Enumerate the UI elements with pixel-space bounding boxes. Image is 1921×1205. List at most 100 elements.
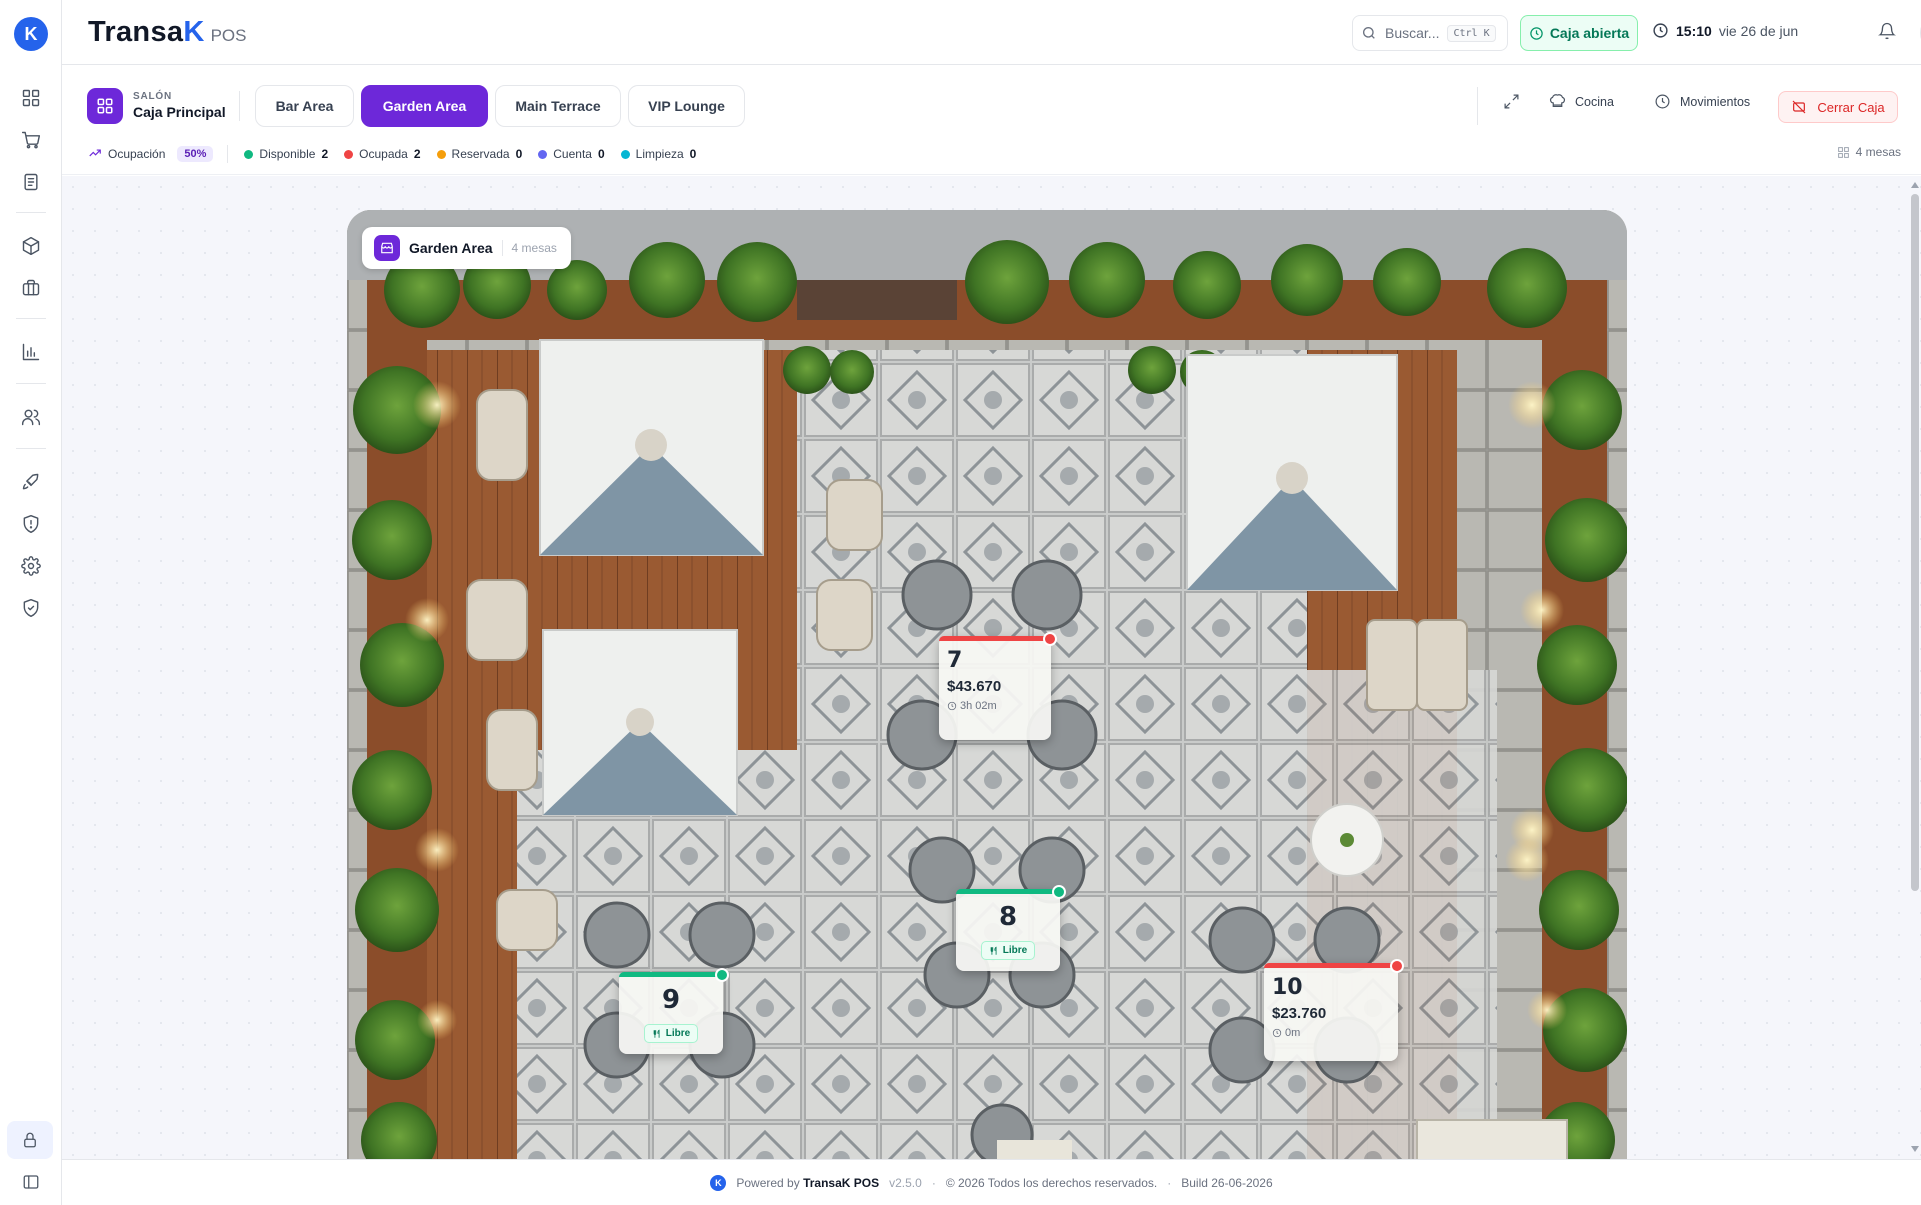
table-card-10[interactable]: 10 $23.760 0m xyxy=(1264,959,1404,1061)
security-icon[interactable] xyxy=(15,592,47,624)
search-shortcut: Ctrl K xyxy=(1447,24,1496,42)
table-card-9[interactable]: 9 Libre xyxy=(619,968,729,1054)
customers-icon[interactable] xyxy=(15,401,47,433)
legend-count: 2 xyxy=(321,147,329,161)
products-icon[interactable] xyxy=(15,230,47,262)
sidebar-divider xyxy=(16,212,46,213)
tab-label: VIP Lounge xyxy=(648,98,725,114)
brand[interactable]: TransaK POS xyxy=(88,16,246,49)
legend-dot xyxy=(244,149,254,159)
occupancy-value: 50% xyxy=(177,146,214,162)
salon-name[interactable]: Caja Principal xyxy=(133,104,226,120)
scroll-down-arrow[interactable] xyxy=(1911,1146,1919,1152)
brand-k: K xyxy=(183,16,205,48)
top-header: TransaK POS Buscar... Ctrl K Caja abiert… xyxy=(62,0,1921,65)
shield-icon[interactable] xyxy=(15,508,47,540)
table-number: 9 xyxy=(661,985,681,1015)
table-card-7[interactable]: 7 $43.670 3h 02m xyxy=(939,632,1057,740)
tab-bar-area[interactable]: Bar Area xyxy=(255,85,354,127)
legend-count: 0 xyxy=(689,147,697,161)
occupancy-label: Ocupación xyxy=(108,147,166,161)
grid-icon xyxy=(1837,146,1849,158)
copyright: © 2026 Todos los derechos reservados. xyxy=(945,1175,1158,1190)
legend-limpieza: Limpieza 0 xyxy=(620,147,697,161)
rocket-icon[interactable] xyxy=(15,466,47,498)
status-bar xyxy=(619,972,723,977)
clock: 15:10 vie 26 de jun xyxy=(1652,22,1798,39)
status-dot xyxy=(1043,632,1057,646)
tab-main-terrace[interactable]: Main Terrace xyxy=(495,85,621,127)
sidebar-divider xyxy=(16,448,46,449)
footer-powered: Powered by TransaK POS xyxy=(736,1176,879,1190)
footer-logo: K xyxy=(710,1174,727,1191)
salon-label: SALÓN xyxy=(133,91,172,102)
movements-button[interactable]: Movimientos xyxy=(1654,93,1750,110)
area-name: Garden Area xyxy=(409,240,493,256)
current-date: vie 26 de jun xyxy=(1718,22,1799,39)
reports-icon[interactable] xyxy=(15,336,47,368)
table-amount: $43.670 xyxy=(947,678,1002,695)
legend-label: Ocupada xyxy=(359,147,408,161)
close-register-button[interactable]: Cerrar Caja xyxy=(1778,91,1898,123)
vertical-scrollbar[interactable] xyxy=(1911,182,1919,1152)
clock-icon xyxy=(947,701,957,711)
free-label: Libre xyxy=(1002,945,1028,956)
table-card-8[interactable]: 8 Libre xyxy=(956,885,1066,971)
notifications-button[interactable] xyxy=(1878,22,1898,42)
tab-label: Bar Area xyxy=(275,98,334,114)
table-time: 3h 02m xyxy=(947,700,997,712)
legend-ocupada: Ocupada 2 xyxy=(344,147,421,161)
lock-button[interactable] xyxy=(7,1121,53,1159)
legend-label: Cuenta xyxy=(553,147,592,161)
trend-up-icon xyxy=(88,146,102,163)
current-time: 15:10 xyxy=(1676,22,1712,39)
panel-toggle[interactable] xyxy=(15,1166,47,1198)
divider xyxy=(239,91,240,121)
powered-by-label: Powered by xyxy=(736,1175,800,1190)
scroll-thumb[interactable] xyxy=(1911,194,1919,891)
divider xyxy=(1477,87,1478,125)
sidebar-divider xyxy=(16,383,46,384)
legend-label: Limpieza xyxy=(635,147,684,161)
sidebar: K xyxy=(0,0,62,1205)
separator: · xyxy=(931,1175,936,1190)
free-pill: Libre xyxy=(643,1024,699,1043)
settings-icon[interactable] xyxy=(15,550,47,582)
app-logo[interactable]: K xyxy=(14,17,48,51)
utensils-icon xyxy=(990,946,997,955)
legend-reservada: Reservada 0 xyxy=(436,147,523,161)
cart-icon[interactable] xyxy=(15,124,47,156)
legend-dot xyxy=(538,149,548,159)
inventory-icon[interactable] xyxy=(15,272,47,304)
status-bar xyxy=(956,889,1060,894)
status-dot xyxy=(715,968,729,982)
clock-icon xyxy=(1653,23,1668,38)
floor-canvas[interactable]: Garden Area 4 mesas 7 $43.670 3h 02m 8 L… xyxy=(62,176,1921,1159)
register-status-badge[interactable]: Caja abierta xyxy=(1520,15,1638,51)
legend-label: Reservada xyxy=(451,147,510,161)
scroll-up-arrow[interactable] xyxy=(1911,182,1919,188)
logo-glyph: K xyxy=(715,1177,722,1188)
search-input[interactable]: Buscar... Ctrl K xyxy=(1352,15,1508,51)
tab-label: Garden Area xyxy=(382,98,467,114)
dashboard-icon[interactable] xyxy=(15,82,47,114)
footer: K Powered by TransaK POS v2.5.0 · © 2026… xyxy=(62,1159,1921,1205)
legend-count: 0 xyxy=(515,147,523,161)
free-pill: Libre xyxy=(980,941,1036,960)
orders-icon[interactable] xyxy=(15,166,47,198)
utensils-icon xyxy=(653,1029,660,1038)
lock-icon xyxy=(24,1132,36,1148)
legend-label: Disponible xyxy=(259,147,316,161)
kitchen-label: Cocina xyxy=(1575,94,1614,109)
tab-vip-lounge[interactable]: VIP Lounge xyxy=(628,85,745,127)
movements-label: Movimientos xyxy=(1680,94,1751,109)
floor-toolbar: SALÓN Caja Principal Bar Area Garden Are… xyxy=(62,65,1921,175)
tab-garden-area[interactable]: Garden Area xyxy=(361,85,488,127)
kitchen-button[interactable]: Cocina xyxy=(1549,93,1614,110)
legend-dot xyxy=(344,149,354,159)
legend-disponible: Disponible 2 xyxy=(244,147,328,161)
table-amount: $23.760 xyxy=(1272,1005,1327,1022)
area-tables-count: 4 mesas xyxy=(511,241,557,255)
build: Build 26-06-2026 xyxy=(1181,1175,1273,1190)
fullscreen-button[interactable] xyxy=(1503,93,1520,110)
